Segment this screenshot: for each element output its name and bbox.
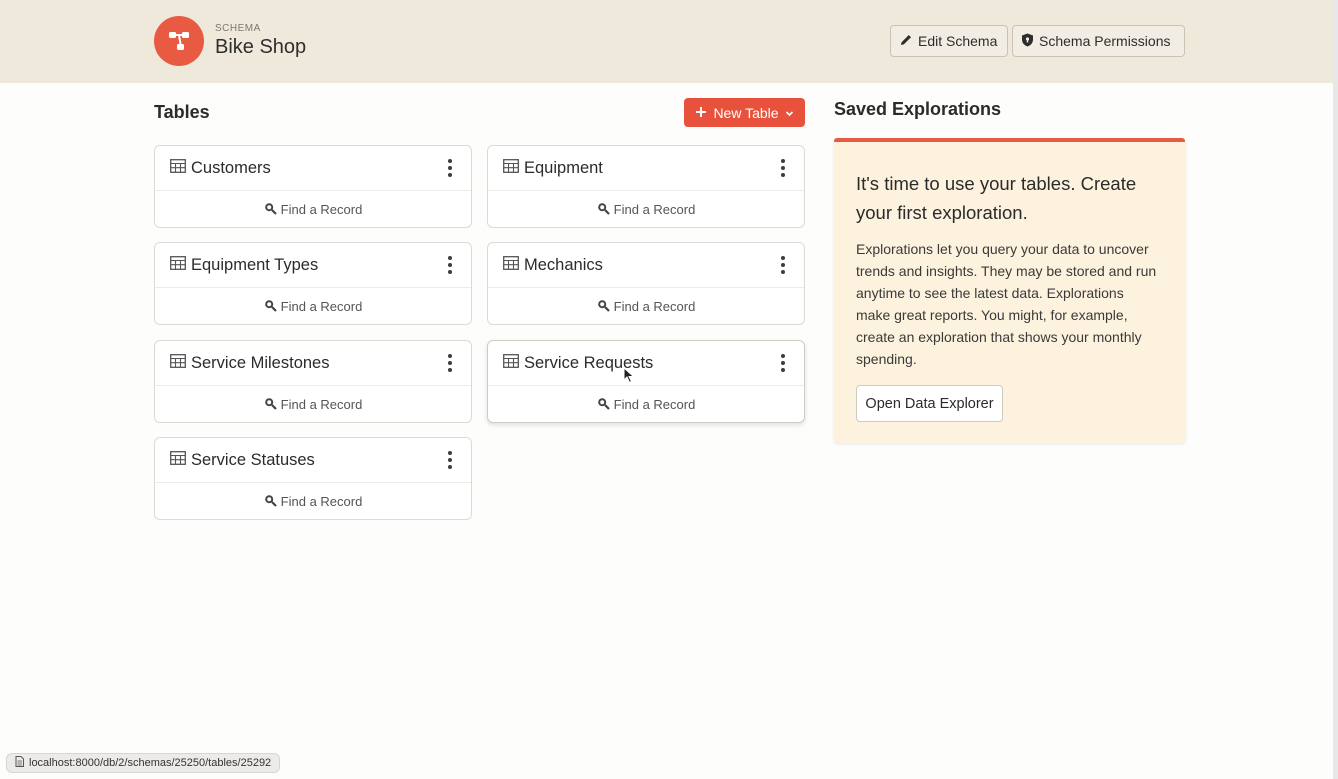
table-card-service-statuses[interactable]: Service Statuses Find a Record — [154, 437, 472, 520]
plus-icon — [695, 105, 707, 121]
find-record-link[interactable]: Find a Record — [155, 483, 471, 520]
new-table-button[interactable]: New Table — [684, 98, 805, 127]
table-icon — [170, 255, 186, 275]
find-record-link[interactable]: Find a Record — [155, 288, 471, 325]
find-record-label: Find a Record — [280, 202, 363, 217]
search-icon — [597, 202, 610, 218]
find-record-link[interactable]: Find a Record — [155, 386, 471, 423]
edit-schema-label: Edit Schema — [918, 33, 998, 49]
search-icon — [597, 299, 610, 315]
tables-title: Tables — [154, 102, 210, 122]
search-icon — [264, 494, 277, 510]
table-menu-button[interactable] — [778, 256, 788, 274]
pencil-icon — [899, 33, 913, 50]
table-menu-button[interactable] — [445, 256, 455, 274]
page-icon — [15, 756, 24, 770]
find-record-label: Find a Record — [613, 202, 696, 217]
table-menu-button[interactable] — [445, 451, 455, 469]
search-icon — [264, 299, 277, 315]
table-card-equipment-types[interactable]: Equipment Types Find a Record — [154, 242, 472, 325]
open-data-explorer-button[interactable]: Open Data Explorer — [856, 385, 1003, 422]
explorations-empty-panel: It's time to use your tables. Create you… — [834, 138, 1185, 443]
schema-permissions-button[interactable]: Schema Permissions — [1012, 25, 1185, 57]
table-card-mechanics[interactable]: Mechanics Find a Record — [487, 242, 805, 325]
url-status-bar: localhost:8000/db/2/schemas/25250/tables… — [6, 753, 281, 773]
edit-schema-button[interactable]: Edit Schema — [890, 25, 1008, 57]
table-icon — [170, 353, 186, 373]
table-name[interactable]: Equipment Types — [191, 256, 318, 275]
table-menu-button[interactable] — [445, 354, 455, 372]
schema-header: SCHEMA Bike Shop Edit Schema Schema Perm… — [0, 0, 1338, 83]
find-record-link[interactable]: Find a Record — [488, 288, 804, 325]
find-record-label: Find a Record — [280, 299, 363, 314]
status-url: localhost:8000/db/2/schemas/25250/tables… — [29, 757, 272, 769]
table-card-service-milestones[interactable]: Service Milestones Find a Record — [154, 340, 472, 423]
search-icon — [264, 397, 277, 413]
saved-explorations-title: Saved Explorations — [834, 99, 1002, 119]
find-record-label: Find a Record — [613, 397, 696, 412]
table-menu-button[interactable] — [778, 354, 788, 372]
table-icon — [503, 158, 519, 178]
table-name[interactable]: Customers — [191, 159, 271, 178]
table-icon — [170, 450, 186, 470]
search-icon — [597, 397, 610, 413]
search-icon — [264, 202, 277, 218]
table-icon — [503, 255, 519, 275]
mouse-cursor-icon — [623, 366, 635, 389]
chevron-down-icon — [785, 105, 794, 121]
schema-logo-icon — [154, 16, 204, 66]
table-icon — [503, 353, 519, 373]
schema-permissions-label: Schema Permissions — [1039, 33, 1171, 49]
table-name[interactable]: Service Milestones — [191, 354, 329, 373]
new-table-label: New Table — [713, 104, 779, 121]
find-record-label: Find a Record — [613, 299, 696, 314]
vertical-scrollbar[interactable] — [1333, 0, 1338, 779]
table-name[interactable]: Mechanics — [524, 256, 603, 275]
table-card-customers[interactable]: Customers Find a Record — [154, 145, 472, 228]
table-name[interactable]: Equipment — [524, 159, 603, 178]
find-record-link[interactable]: Find a Record — [488, 191, 804, 228]
schema-label: SCHEMA — [215, 23, 261, 34]
panel-heading: It's time to use your tables. Create you… — [856, 173, 1137, 223]
find-record-link[interactable]: Find a Record — [488, 386, 804, 423]
find-record-label: Find a Record — [280, 397, 363, 412]
table-card-equipment[interactable]: Equipment Find a Record — [487, 145, 805, 228]
schema-name: Bike Shop — [215, 36, 307, 58]
find-record-link[interactable]: Find a Record — [155, 191, 471, 228]
table-name[interactable]: Service Statuses — [191, 451, 315, 470]
find-record-label: Find a Record — [280, 494, 363, 509]
table-menu-button[interactable] — [778, 159, 788, 177]
table-menu-button[interactable] — [445, 159, 455, 177]
shield-icon — [1021, 33, 1034, 50]
panel-description: Explorations let you query your data to … — [856, 241, 1157, 367]
table-card-service-requests[interactable]: Service Requests Find a Record — [487, 340, 805, 423]
table-icon — [170, 158, 186, 178]
